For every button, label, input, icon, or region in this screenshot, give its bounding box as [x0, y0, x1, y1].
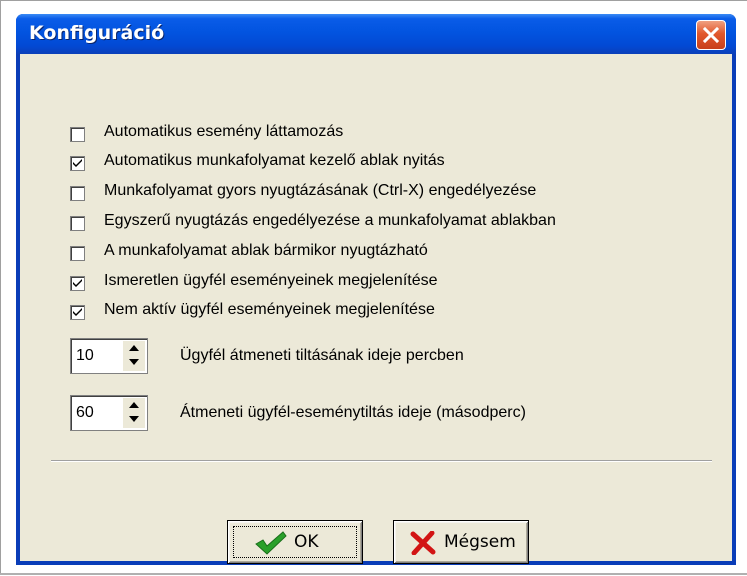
- screenshot-border-bottom: [0, 573, 747, 575]
- checkbox-simple-acknowledge[interactable]: [70, 216, 85, 231]
- spinner-value[interactable]: 60: [76, 404, 94, 422]
- checkbox-show-unknown-client[interactable]: [70, 276, 85, 291]
- cancel-button-label: Mégsem: [444, 532, 516, 552]
- title-bar[interactable]: Konfiguráció: [16, 14, 736, 54]
- checkmark-icon: [73, 159, 82, 167]
- option-label: Ismeretlen ügyfél eseményeinek megjelení…: [104, 272, 438, 289]
- option-label: Automatikus munkafolyamat kezelő ablak n…: [104, 152, 445, 169]
- separator: [51, 460, 712, 462]
- close-icon: [702, 26, 720, 44]
- option-label: Nem aktív ügyfél eseményeinek megjelenít…: [104, 301, 435, 318]
- config-dialog: Konfiguráció Automatikus esemény láttamo…: [16, 14, 736, 565]
- option-label: A munkafolyamat ablak bármikor nyugtázha…: [104, 242, 428, 259]
- option-label: Munkafolyamat gyors nyugtázásának (Ctrl-…: [104, 182, 537, 199]
- event-block-seconds-label: Átmeneti ügyfél-eseménytiltás ideje (más…: [180, 404, 526, 421]
- arrow-down-icon: [129, 416, 139, 422]
- checkbox-auto-event-acknowledge[interactable]: [70, 127, 85, 142]
- spin-up-button[interactable]: [123, 341, 145, 356]
- close-button[interactable]: [696, 20, 726, 50]
- checkbox-acknowledge-anytime[interactable]: [70, 246, 85, 261]
- arrow-up-icon: [129, 345, 139, 351]
- checkbox-quick-acknowledge[interactable]: [70, 186, 85, 201]
- x-mark-icon: [410, 531, 436, 555]
- screenshot-border-top: [0, 0, 747, 1]
- spinner-buttons: [123, 341, 145, 371]
- arrow-up-icon: [129, 402, 139, 408]
- spin-up-button[interactable]: [123, 398, 145, 413]
- spin-down-button[interactable]: [123, 356, 145, 371]
- checkbox-show-inactive-client[interactable]: [70, 305, 85, 320]
- arrow-down-icon: [129, 359, 139, 365]
- client-block-minutes-spinner[interactable]: 10: [70, 338, 148, 374]
- option-label: Automatikus esemény láttamozás: [104, 123, 344, 140]
- client-block-minutes-label: Ügyfél átmeneti tiltásának ideje percben: [180, 347, 464, 364]
- spin-down-button[interactable]: [123, 413, 145, 428]
- option-label: Egyszerű nyugtázás engedélyezése a munka…: [104, 212, 556, 229]
- cancel-button[interactable]: Mégsem: [393, 520, 529, 564]
- window-title: Konfiguráció: [29, 22, 165, 44]
- event-block-seconds-spinner[interactable]: 60: [70, 395, 148, 431]
- checkmark-icon: [255, 531, 287, 555]
- ok-button-label: OK: [294, 532, 319, 552]
- dialog-client-area: Automatikus esemény láttamozás Automatik…: [20, 54, 732, 564]
- checkmark-icon: [73, 308, 82, 316]
- spinner-value[interactable]: 10: [76, 347, 94, 365]
- ok-button[interactable]: OK: [227, 520, 363, 564]
- checkmark-icon: [73, 279, 82, 287]
- checkbox-auto-workflow-window[interactable]: [70, 156, 85, 171]
- screenshot-border-left: [0, 0, 1, 575]
- spinner-buttons: [123, 398, 145, 428]
